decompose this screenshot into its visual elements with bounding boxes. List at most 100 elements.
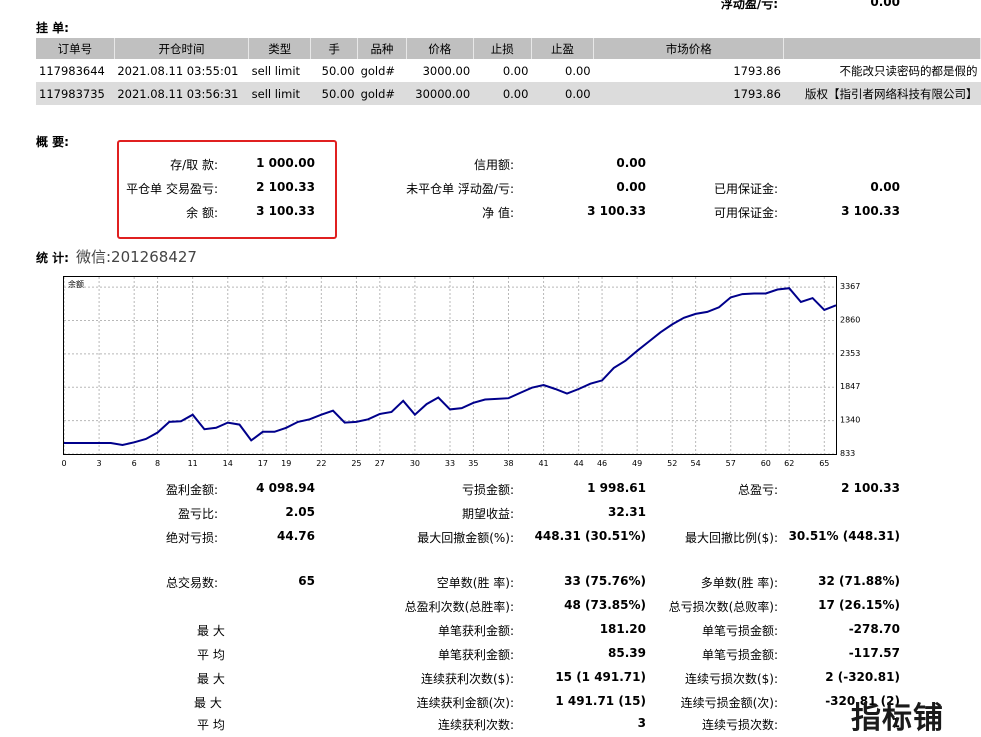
chart-canvas: 余额: [64, 277, 836, 454]
y-tick-label: 833: [840, 449, 855, 458]
avg-profit-value: 85.39: [608, 646, 646, 660]
cons-wins-value: 15 (1 491.71): [555, 670, 646, 684]
x-tick-label: 8: [155, 459, 160, 468]
max-dd-pct-label: 最大回撤比例($):: [684, 531, 778, 545]
largest-profit-label: 单笔获利金额:: [437, 624, 514, 638]
y-tick-label: 2353: [840, 349, 860, 358]
x-tick-label: 38: [503, 459, 513, 468]
x-tick-label: 49: [632, 459, 642, 468]
avg-cons-losses-label: 连续亏损次数:: [701, 718, 778, 732]
table-cell: 117983735: [36, 82, 115, 105]
closed-pl-label: 平仓单 交易盈亏:: [126, 182, 218, 196]
x-tick-label: 27: [375, 459, 385, 468]
deposit-value: 1 000.00: [256, 156, 315, 170]
open-pl-label: 未平仓单 浮动盈/亏:: [406, 182, 514, 196]
long-label: 多单数(胜 率):: [700, 576, 778, 590]
y-tick-label: 1847: [840, 382, 860, 391]
watermark-stamp: 指标铺: [851, 701, 944, 736]
x-tick-label: 30: [410, 459, 420, 468]
pending-orders-table: 订单号 开仓时间 类型手品种 价格 止损 止盈 市场价格 117983644 2021.08.…: [36, 38, 981, 105]
win-trades-label: 总盈利次数(总胜率):: [404, 600, 514, 614]
table-row: 117983735 2021.08.11 03:56:31 sell limit 50…: [36, 82, 981, 105]
x-tick-label: 17: [258, 459, 268, 468]
gross-loss-label: 亏损金额:: [461, 483, 514, 497]
total-pl-label: 总盈亏:: [737, 483, 778, 497]
loss-trades-label: 总亏损次数(总败率):: [668, 600, 778, 614]
x-tick-label: 62: [784, 459, 794, 468]
expected-label: 期望收益:: [461, 507, 514, 521]
cons-profit-value: 1 491.71 (15): [555, 694, 646, 708]
abs-dd-label: 绝对亏损:: [165, 531, 218, 545]
column-header: 止盈: [531, 38, 595, 59]
x-tick-label: 11: [188, 459, 198, 468]
table-cell: gold#: [357, 82, 407, 105]
avg-label-2: 平 均: [197, 718, 225, 732]
table-cell: 50.00: [321, 63, 355, 78]
free-margin-label: 可用保证金:: [713, 206, 778, 220]
table-cell: gold#: [360, 63, 396, 78]
table-cell: 117983644: [39, 63, 105, 78]
table-cell: 30000.00: [406, 82, 474, 105]
x-tick-label: 6: [132, 459, 137, 468]
cons-wins-label: 连续获利次数($):: [420, 672, 514, 686]
column-header: 品种: [357, 38, 407, 59]
chart-title: 余额: [68, 279, 84, 289]
balance-label: 余 额:: [186, 206, 218, 220]
max-dd-value: 448.31 (30.51%): [534, 529, 646, 543]
balance-value: 3 100.33: [256, 204, 315, 218]
table-body: 117983644 2021.08.11 03:55:01 sell limit 50…: [36, 59, 981, 105]
cons-loss-label: 连续亏损金额(次):: [680, 696, 778, 710]
x-tick-label: 0: [61, 459, 66, 468]
profit-factor-value: 2.05: [285, 505, 315, 519]
x-tick-label: 54: [691, 459, 701, 468]
table-cell: 0.00: [502, 63, 529, 78]
floating-pl-label: 浮动盈/亏:: [720, 0, 778, 11]
y-tick-label: 2860: [840, 315, 860, 324]
x-tick-label: 3: [97, 459, 102, 468]
deposit-label: 存/取 款:: [170, 158, 218, 172]
table-cell: 不能改只读密码的都是假的: [839, 63, 978, 78]
credit-value: 0.00: [616, 156, 646, 170]
table-row: 117983644 2021.08.11 03:55:01 sell limit 50…: [36, 59, 981, 82]
column-header: 开仓时间: [114, 38, 250, 59]
win-trades-value: 48 (73.85%): [564, 598, 646, 612]
x-tick-label: 60: [761, 459, 771, 468]
total-trades-value: 65: [298, 574, 315, 588]
floating-pl-value: 0.00: [870, 0, 900, 9]
table-cell: 50.00: [310, 82, 358, 105]
table-cell: 1793.86: [733, 63, 781, 78]
x-tick-label: 33: [445, 459, 455, 468]
largest-profit-value: 181.20: [599, 622, 646, 636]
credit-label: 信用额:: [473, 158, 514, 172]
y-tick-label: 3367: [840, 282, 860, 291]
x-tick-label: 41: [538, 459, 548, 468]
short-label: 空单数(胜 率):: [436, 576, 514, 590]
avg-label-1: 平 均: [197, 648, 225, 662]
max-dd-pct-value: 30.51% (448.31): [788, 529, 900, 543]
y-tick-label: 1340: [840, 416, 860, 425]
free-margin-value: 3 100.33: [841, 204, 900, 218]
open-pl-value: 0.00: [616, 180, 646, 194]
table-cell: 3000.00: [422, 63, 471, 78]
column-header: 类型: [248, 38, 312, 59]
gross-loss-value: 1 998.61: [587, 481, 646, 495]
total-trades-label: 总交易数:: [165, 576, 218, 590]
largest-loss-label: 单笔亏损金额:: [701, 624, 778, 638]
balance-chart: 余额: [63, 276, 837, 455]
cons-profit-label: 连续获利金额(次):: [416, 696, 514, 710]
summary-section-label: 概 要:: [36, 135, 69, 149]
max-label-3: 最 大: [194, 696, 222, 710]
column-header: 市场价格: [593, 38, 785, 59]
x-tick-label: 19: [281, 459, 291, 468]
table-cell: 版权【指引者网络科技有限公司】: [783, 82, 981, 105]
avg-profit-label: 单笔获利金额:: [437, 648, 514, 662]
x-tick-label: 44: [574, 459, 584, 468]
stats-section-label: 统 计:: [36, 251, 69, 265]
equity-value: 3 100.33: [587, 204, 646, 218]
avg-loss-label: 单笔亏损金额:: [701, 648, 778, 662]
x-tick-label: 65: [819, 459, 829, 468]
x-tick-label: 46: [597, 459, 607, 468]
max-label-2: 最 大: [197, 672, 225, 686]
expected-value: 32.31: [608, 505, 646, 519]
column-header: 止损: [473, 38, 532, 59]
